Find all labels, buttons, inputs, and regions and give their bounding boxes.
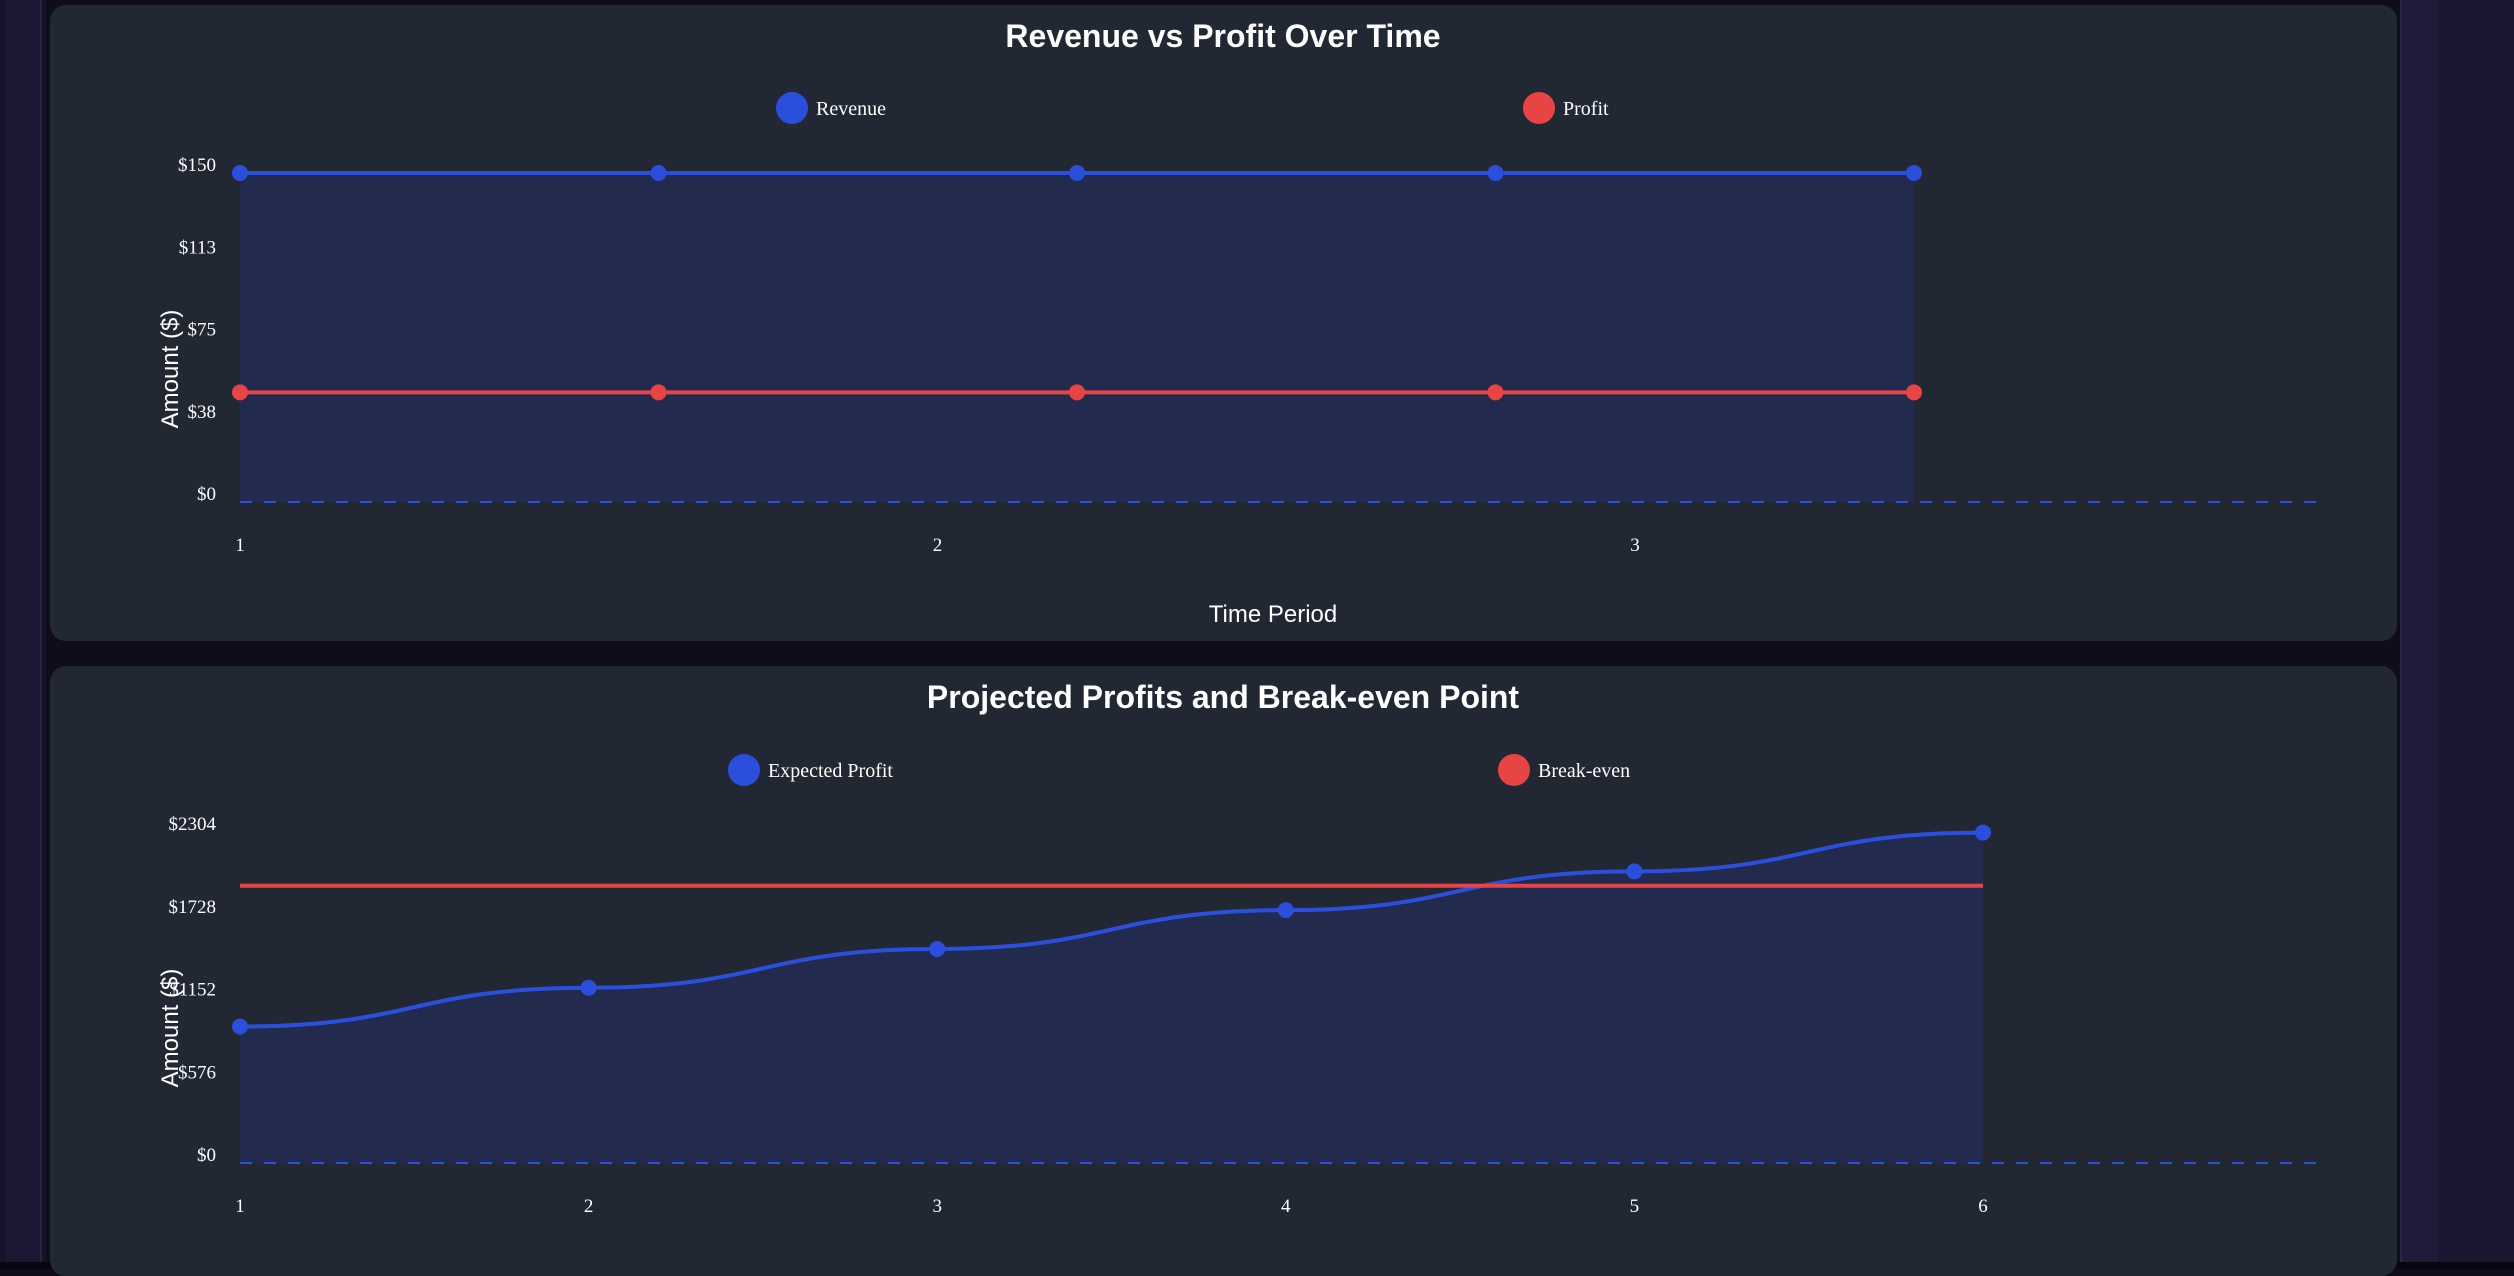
x-tick-label: 3 bbox=[932, 1196, 942, 1217]
left-sidebar-scrollbar[interactable] bbox=[6, 0, 42, 1262]
data-point[interactable] bbox=[1906, 165, 1922, 181]
legend-label: Break-even bbox=[1538, 760, 1630, 782]
data-point[interactable] bbox=[232, 1018, 248, 1035]
legend-marker bbox=[776, 92, 808, 124]
data-point[interactable] bbox=[1069, 165, 1085, 181]
x-tick-label: 4 bbox=[1281, 1196, 1291, 1217]
dashboard-frame: Revenue vs Profit Over Time Revenue Profi… bbox=[0, 0, 2514, 1276]
y-axis-label: Amount ($) bbox=[157, 969, 184, 1088]
y-tick-label: $38 bbox=[188, 402, 217, 423]
data-point[interactable] bbox=[1487, 384, 1504, 401]
projected-profits-chart: Projected Profits and Break-even Point E… bbox=[157, 679, 2320, 1217]
x-axis-label: Time Period bbox=[1209, 601, 1337, 628]
y-tick-label: $0 bbox=[197, 484, 216, 505]
legend-label: Profit bbox=[1563, 98, 1609, 120]
y-tick-label: $0 bbox=[197, 1145, 216, 1166]
legend-label: Revenue bbox=[816, 98, 886, 120]
y-tick-label: $1728 bbox=[169, 897, 217, 918]
y-tick-label: $150 bbox=[178, 155, 216, 176]
x-axis-ticks: 1 2 3 bbox=[235, 535, 1640, 556]
data-point[interactable] bbox=[1069, 384, 1085, 401]
chart-title: Projected Profits and Break-even Point bbox=[927, 679, 1520, 715]
series-area-fill bbox=[240, 832, 1983, 1163]
data-point[interactable] bbox=[1975, 824, 1991, 841]
data-point[interactable] bbox=[1626, 863, 1643, 880]
x-tick-label: 2 bbox=[584, 1196, 594, 1217]
x-tick-label: 5 bbox=[1630, 1196, 1640, 1217]
data-point[interactable] bbox=[1906, 384, 1922, 401]
y-tick-label: $113 bbox=[179, 237, 216, 258]
y-tick-label: $2304 bbox=[169, 814, 217, 835]
right-scrollbar[interactable] bbox=[2400, 0, 2438, 1262]
data-point[interactable] bbox=[650, 384, 667, 401]
data-point[interactable] bbox=[1487, 165, 1504, 181]
y-axis-label: Amount ($) bbox=[157, 310, 184, 429]
x-tick-label: 6 bbox=[1978, 1196, 1988, 1217]
area-layer bbox=[240, 173, 1914, 502]
projected-profits-chart-card: Projected Profits and Break-even Point E… bbox=[50, 666, 2397, 1276]
x-axis-ticks: 1 2 3 4 5 6 bbox=[235, 1196, 1988, 1217]
chart-legend: Expected Profit Break-even bbox=[728, 754, 1630, 786]
data-point[interactable] bbox=[929, 940, 946, 957]
chart-legend: Revenue Profit bbox=[776, 92, 1609, 124]
data-point[interactable] bbox=[232, 384, 248, 401]
data-point[interactable] bbox=[1277, 902, 1294, 919]
data-point[interactable] bbox=[232, 165, 248, 181]
x-tick-label: 1 bbox=[235, 1196, 245, 1217]
revenue-profit-chart-card: Revenue vs Profit Over Time Revenue Profi… bbox=[50, 5, 2397, 641]
data-point[interactable] bbox=[650, 165, 667, 181]
revenue-profit-chart: Revenue vs Profit Over Time Revenue Profi… bbox=[157, 18, 2320, 628]
data-point[interactable] bbox=[580, 979, 597, 996]
x-tick-label: 2 bbox=[933, 535, 943, 556]
x-tick-label: 1 bbox=[235, 535, 245, 556]
legend-marker bbox=[1498, 754, 1530, 786]
legend-marker bbox=[728, 754, 760, 786]
x-tick-label: 3 bbox=[1630, 535, 1640, 556]
legend-label: Expected Profit bbox=[768, 760, 893, 782]
area-layer bbox=[240, 832, 1983, 1163]
series-area-fill bbox=[240, 173, 1914, 502]
y-tick-label: $75 bbox=[188, 320, 217, 341]
chart-title: Revenue vs Profit Over Time bbox=[1005, 18, 1440, 54]
legend-marker bbox=[1523, 92, 1555, 124]
